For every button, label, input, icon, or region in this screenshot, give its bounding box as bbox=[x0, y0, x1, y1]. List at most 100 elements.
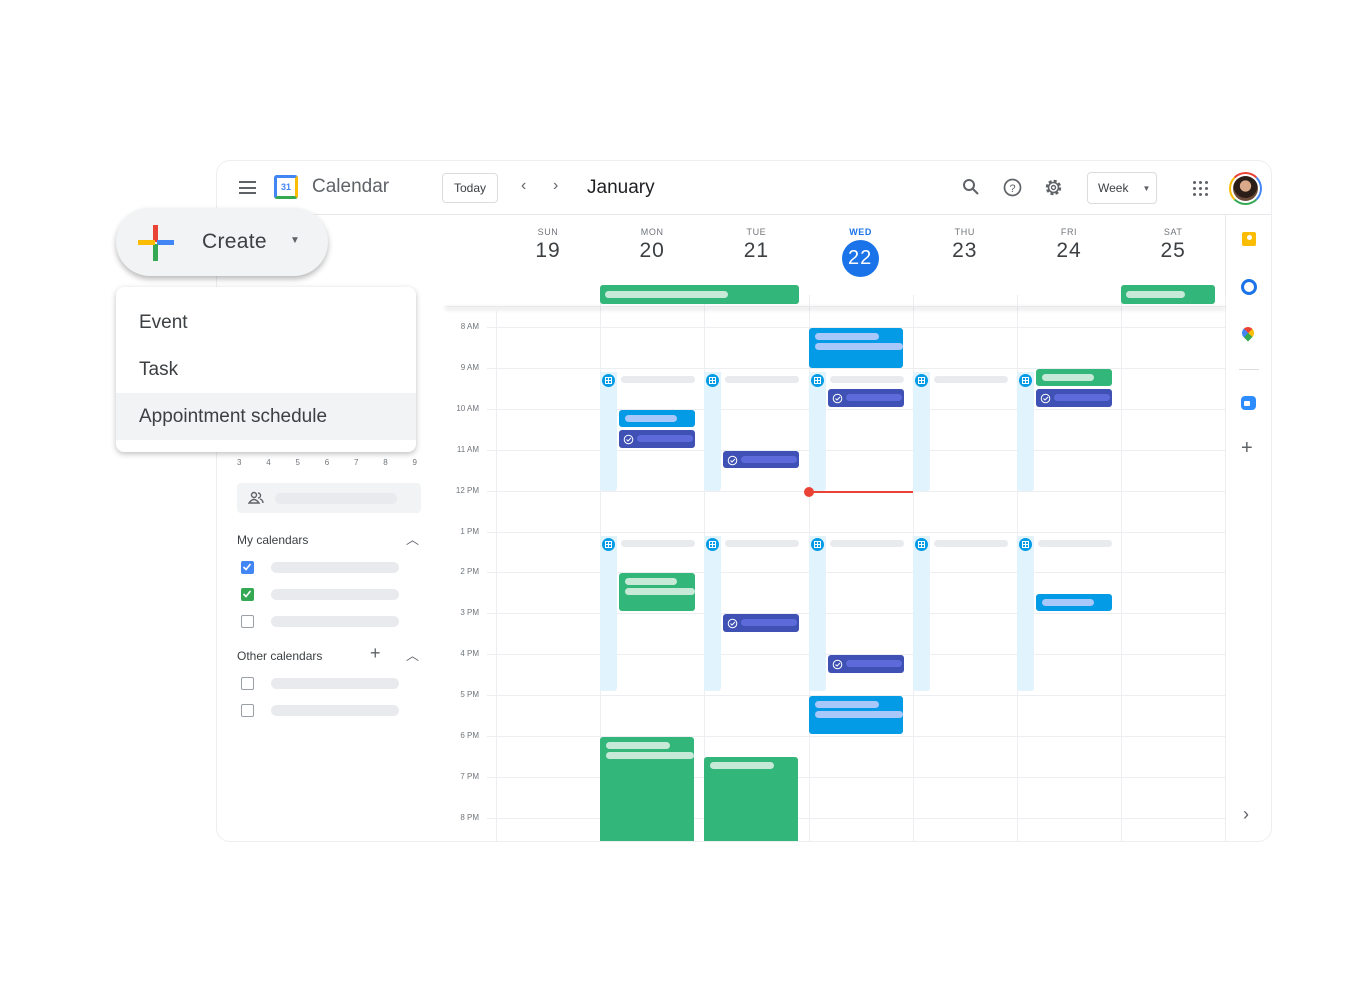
appointment-icon bbox=[706, 373, 720, 387]
time-axis-divider bbox=[496, 311, 497, 841]
appointment-schedule-block[interactable] bbox=[600, 371, 618, 491]
task-event[interactable] bbox=[723, 450, 800, 469]
today-button[interactable]: Today bbox=[442, 173, 498, 203]
help-icon[interactable]: ? bbox=[1003, 178, 1022, 197]
calendar-event[interactable] bbox=[1036, 368, 1112, 387]
menu-item-appointment-schedule[interactable]: Appointment schedule bbox=[116, 393, 416, 440]
calendar-event[interactable] bbox=[1036, 593, 1112, 612]
menu-item-event[interactable]: Event bbox=[116, 299, 416, 346]
appointment-schedule-block[interactable] bbox=[912, 371, 930, 491]
calendar-checkbox[interactable] bbox=[241, 677, 254, 690]
current-time-line bbox=[808, 490, 913, 493]
appointment-schedule-block[interactable] bbox=[1017, 535, 1034, 691]
task-title-placeholder bbox=[741, 455, 798, 463]
hour-label: 6 PM bbox=[460, 731, 479, 740]
day-number[interactable]: 24 bbox=[1017, 239, 1121, 263]
calendar-event[interactable] bbox=[808, 328, 903, 368]
day-number[interactable]: 22 bbox=[841, 240, 879, 277]
all-day-event[interactable] bbox=[600, 285, 799, 304]
appointment-icon bbox=[602, 373, 616, 387]
mini-calendar-day[interactable]: 4 bbox=[266, 458, 270, 467]
current-time-dot bbox=[803, 486, 814, 497]
calendar-event[interactable] bbox=[619, 409, 696, 428]
appointment-schedule-block[interactable] bbox=[1017, 371, 1034, 491]
settings-icon[interactable] bbox=[1044, 178, 1063, 197]
next-week-button[interactable]: › bbox=[553, 177, 558, 195]
hour-label: 5 PM bbox=[460, 690, 479, 700]
calendar-logo: 31 bbox=[274, 175, 298, 199]
menu-item-task[interactable]: Task bbox=[116, 346, 416, 393]
day-of-week: FRI bbox=[1060, 227, 1078, 237]
event-title-placeholder bbox=[1042, 373, 1094, 381]
task-event[interactable] bbox=[1036, 389, 1112, 407]
task-event[interactable] bbox=[827, 389, 904, 407]
calendar-checkbox[interactable] bbox=[241, 704, 254, 717]
appointment-schedule-block[interactable] bbox=[600, 535, 618, 691]
task-check-icon bbox=[728, 455, 738, 465]
current-month: January bbox=[587, 177, 655, 198]
hour-label: 1 PM bbox=[460, 526, 479, 536]
hour-label: 4 PM bbox=[460, 649, 479, 659]
appointment-title-placeholder bbox=[829, 375, 904, 383]
apps-grid-icon[interactable] bbox=[1193, 181, 1208, 196]
keep-icon[interactable] bbox=[1242, 232, 1256, 246]
add-addon-icon[interactable]: + bbox=[1241, 437, 1253, 460]
day-number[interactable]: 23 bbox=[913, 239, 1017, 263]
calendar-checkbox[interactable] bbox=[241, 615, 254, 628]
event-title-placeholder bbox=[606, 742, 671, 749]
all-day-event[interactable] bbox=[1121, 285, 1216, 304]
create-button[interactable]: Create ▼ bbox=[116, 208, 328, 276]
event-title-placeholder bbox=[1126, 291, 1185, 298]
prev-week-button[interactable]: ‹ bbox=[521, 177, 526, 195]
calendar-name-placeholder bbox=[271, 562, 399, 573]
task-check-icon bbox=[623, 434, 634, 445]
day-number[interactable]: 20 bbox=[600, 239, 704, 263]
mini-calendar-day[interactable]: 7 bbox=[354, 458, 358, 467]
appointment-schedule-block[interactable] bbox=[912, 535, 930, 691]
appointment-icon bbox=[810, 537, 824, 551]
appointment-icon bbox=[602, 537, 616, 551]
search-icon[interactable] bbox=[962, 178, 980, 196]
calendar-checkbox[interactable] bbox=[241, 588, 254, 601]
calendar-name-placeholder bbox=[271, 616, 399, 627]
calendar-event[interactable] bbox=[619, 573, 696, 612]
create-menu: Event Task Appointment schedule bbox=[116, 287, 416, 452]
appointment-title-placeholder bbox=[621, 375, 696, 383]
appointment-schedule-block[interactable] bbox=[808, 371, 826, 491]
appointment-schedule-block[interactable] bbox=[704, 535, 722, 691]
appointment-schedule-block[interactable] bbox=[808, 535, 826, 691]
menu-icon[interactable] bbox=[239, 181, 256, 194]
hour-label: 8 AM bbox=[460, 322, 479, 331]
calendar-event[interactable] bbox=[600, 737, 695, 841]
add-other-calendar-icon[interactable]: + bbox=[370, 643, 381, 664]
task-event[interactable] bbox=[723, 614, 800, 632]
calendar-checkbox[interactable] bbox=[241, 561, 254, 574]
task-event[interactable] bbox=[827, 655, 904, 673]
calendar-event[interactable] bbox=[808, 696, 903, 734]
day-number[interactable]: 21 bbox=[704, 239, 808, 263]
zoom-icon[interactable] bbox=[1241, 396, 1256, 410]
collapse-other-calendars-icon[interactable]: ︿ bbox=[406, 645, 419, 664]
appointment-schedule-block[interactable] bbox=[704, 371, 722, 491]
mini-calendar-row: 3 4 5 6 7 8 9 bbox=[237, 458, 417, 467]
view-selector[interactable]: Week ▼ bbox=[1087, 172, 1157, 204]
task-event[interactable] bbox=[619, 430, 696, 448]
mini-calendar-day[interactable]: 8 bbox=[383, 458, 387, 467]
task-check-icon bbox=[1040, 394, 1051, 404]
collapse-my-calendars-icon[interactable]: ︿ bbox=[406, 529, 419, 548]
mini-calendar-day[interactable]: 9 bbox=[413, 458, 417, 467]
user-avatar[interactable] bbox=[1229, 172, 1262, 205]
calendar-event[interactable] bbox=[704, 757, 799, 841]
tasks-icon[interactable] bbox=[1241, 279, 1257, 295]
task-title-placeholder bbox=[845, 394, 902, 402]
mini-calendar-day[interactable]: 5 bbox=[296, 458, 300, 467]
event-title-placeholder bbox=[1042, 598, 1094, 606]
day-number[interactable]: 25 bbox=[1121, 239, 1225, 263]
search-people-field[interactable] bbox=[237, 483, 421, 513]
hour-label: 12 PM bbox=[455, 485, 479, 495]
mini-calendar-day[interactable]: 6 bbox=[325, 458, 329, 467]
mini-calendar-day[interactable]: 3 bbox=[237, 458, 241, 467]
maps-icon[interactable] bbox=[1239, 324, 1257, 342]
expand-panel-icon[interactable]: › bbox=[1243, 804, 1249, 825]
day-number[interactable]: 19 bbox=[496, 239, 600, 263]
